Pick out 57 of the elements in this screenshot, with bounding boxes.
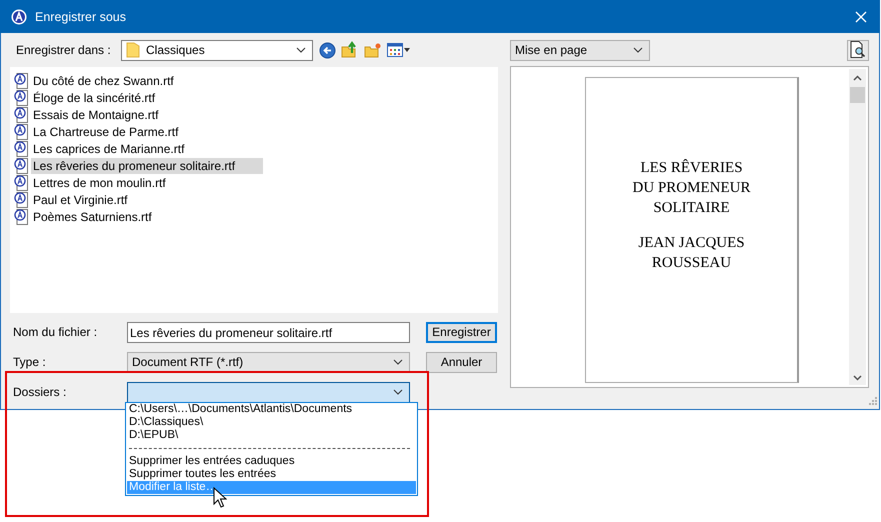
folders-dropdown[interactable] bbox=[127, 382, 410, 402]
document-icon bbox=[14, 192, 28, 208]
preview-mode-dropdown[interactable]: Mise en page bbox=[510, 40, 650, 60]
dropdown-option[interactable]: Supprimer les entrées caduques bbox=[127, 455, 416, 468]
dropdown-option[interactable]: C:\Users\…\Documents\Atlantis\Documents bbox=[127, 403, 416, 416]
chevron-down-icon[interactable] bbox=[393, 359, 403, 365]
document-icon bbox=[14, 140, 28, 156]
back-icon[interactable] bbox=[319, 42, 336, 58]
file-item[interactable]: Poèmes Saturniens.rtf bbox=[31, 208, 154, 224]
author-line: JEAN JACQUES bbox=[638, 234, 745, 253]
file-item[interactable]: Les rêveries du promeneur solitaire.rtf bbox=[31, 158, 264, 174]
file-item[interactable]: La Chartreuse de Parme.rtf bbox=[31, 124, 180, 140]
folder-icon bbox=[126, 42, 140, 58]
dropdown-option[interactable]: Supprimer toutes les entrées bbox=[127, 468, 416, 481]
document-icon bbox=[14, 106, 28, 122]
document-icon bbox=[14, 208, 28, 224]
scroll-up-icon[interactable] bbox=[853, 75, 862, 81]
preview-zoom-button[interactable] bbox=[847, 40, 869, 60]
file-item[interactable]: Du côté de chez Swann.rtf bbox=[31, 72, 176, 88]
dropdown-option[interactable]: D:\EPUB\ bbox=[127, 429, 416, 442]
book-title-line: DU PROMENEUR bbox=[632, 179, 750, 198]
file-item[interactable]: Lettres de mon moulin.rtf bbox=[31, 174, 168, 190]
resize-grip-icon[interactable] bbox=[867, 397, 877, 407]
chevron-down-icon[interactable] bbox=[633, 47, 643, 53]
cancel-button[interactable]: Annuler bbox=[426, 352, 497, 372]
view-menu-icon[interactable] bbox=[387, 43, 411, 57]
chevron-down-icon[interactable] bbox=[296, 47, 306, 53]
file-name-label: Nom du fichier : bbox=[12, 325, 98, 339]
scroll-thumb[interactable] bbox=[850, 87, 865, 103]
book-title-line: LES RÊVERIES bbox=[640, 158, 743, 178]
book-title-line: SOLITAIRE bbox=[653, 199, 730, 218]
save-in-label: Enregistrer dans : bbox=[15, 43, 112, 57]
file-name-field[interactable]: Les rêveries du promeneur solitaire.rtf bbox=[127, 322, 410, 342]
type-label: Type : bbox=[12, 355, 47, 369]
file-item[interactable]: Éloge de la sincérité.rtf bbox=[31, 90, 158, 106]
new-folder-icon[interactable] bbox=[364, 42, 382, 58]
chevron-down-icon[interactable] bbox=[393, 389, 403, 395]
app-icon bbox=[11, 8, 27, 24]
save-button[interactable]: Enregistrer bbox=[426, 322, 497, 342]
dropdown-option[interactable]: D:\Classiques\ bbox=[127, 416, 416, 429]
scroll-down-icon[interactable] bbox=[853, 375, 862, 381]
document-icon bbox=[14, 72, 28, 88]
document-icon bbox=[14, 158, 28, 174]
close-icon[interactable] bbox=[855, 10, 867, 22]
type-dropdown[interactable]: Document RTF (*.rtf) bbox=[127, 352, 410, 372]
window-title: Enregistrer sous bbox=[35, 10, 128, 24]
author-line: ROUSSEAU bbox=[652, 254, 732, 273]
document-icon bbox=[14, 90, 28, 106]
file-item[interactable]: Les caprices de Marianne.rtf bbox=[31, 140, 186, 156]
file-item[interactable]: Paul et Virginie.rtf bbox=[31, 192, 130, 208]
save-in-dropdown[interactable]: Classiques bbox=[121, 40, 313, 60]
folder-up-icon[interactable] bbox=[341, 41, 359, 59]
document-icon bbox=[14, 124, 28, 140]
folders-label: Dossiers : bbox=[12, 385, 68, 399]
scrollbar[interactable] bbox=[849, 69, 866, 385]
file-item[interactable]: Essais de Montaigne.rtf bbox=[31, 106, 160, 122]
document-icon bbox=[14, 174, 28, 190]
